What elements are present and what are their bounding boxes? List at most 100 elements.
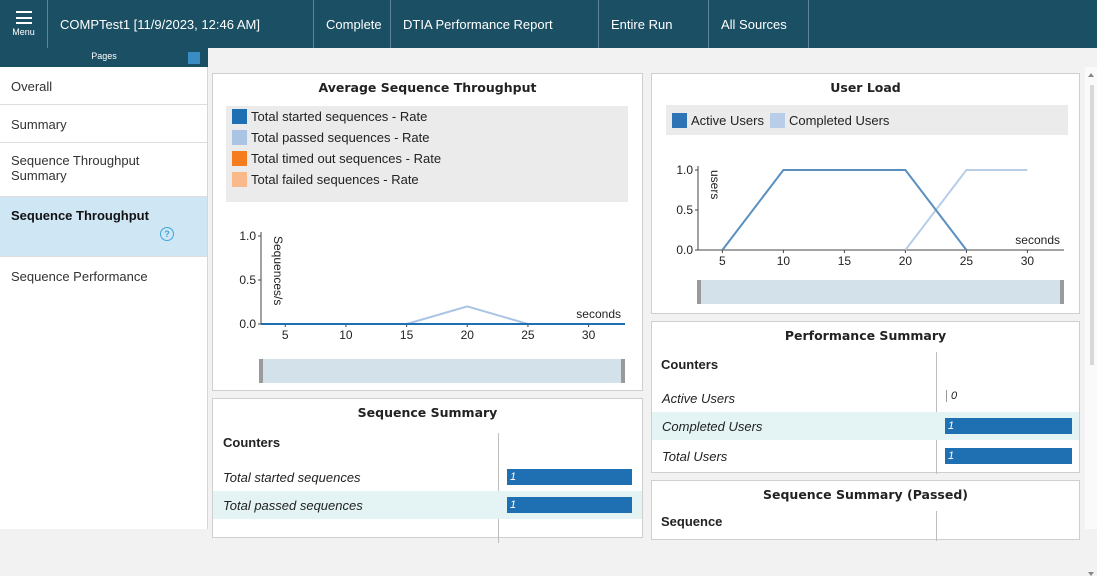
time-range-selector[interactable]: Entire Run — [599, 0, 709, 48]
series-line — [261, 305, 625, 325]
y-tick-label: 1.0 — [239, 229, 256, 243]
x-tick-label: 15 — [838, 254, 852, 268]
panel-title: Sequence Summary (Passed) — [763, 487, 968, 502]
table-header: Counters — [223, 435, 281, 450]
menu-label: Menu — [12, 27, 35, 37]
table-row: Total started sequences 1 — [213, 463, 642, 491]
status-selector[interactable]: Complete — [314, 0, 391, 48]
x-tick-label: 5 — [282, 328, 289, 342]
column-divider — [936, 511, 937, 541]
page-item-summary[interactable]: Summary — [0, 105, 207, 143]
table-header: Counters — [661, 357, 719, 372]
legend-item[interactable]: Total failed sequences - Rate — [226, 169, 628, 190]
legend-swatch — [232, 151, 247, 166]
range-handle-right[interactable] — [621, 359, 625, 383]
page-item-label: Sequence Throughput Summary — [11, 153, 140, 183]
chart-legend: Total started sequences - Rate Total pas… — [226, 106, 628, 202]
menu-button[interactable]: Menu — [0, 0, 48, 48]
legend-item[interactable]: Total timed out sequences - Rate — [226, 148, 628, 169]
table-header: Sequence — [661, 514, 723, 529]
series-line — [904, 169, 1028, 251]
x-tick-label: 25 — [960, 254, 974, 268]
legend-label: Total failed sequences - Rate — [251, 172, 419, 187]
range-handle-left[interactable] — [697, 280, 701, 304]
row-value-bar: 1 — [945, 418, 1072, 434]
panel-title: Performance Summary — [784, 328, 947, 343]
chart-range-scrollbar[interactable] — [697, 280, 1064, 304]
y-tick-label: 0.0 — [676, 243, 693, 257]
y-tick-label: 1.0 — [676, 163, 693, 177]
pages-title: Pages — [91, 51, 117, 61]
report-type-selector[interactable]: DTIA Performance Report — [391, 0, 599, 48]
help-icon[interactable]: ? — [160, 227, 174, 241]
page-item-sequence-throughput-summary[interactable]: Sequence Throughput Summary — [0, 143, 207, 197]
legend-swatch — [232, 172, 247, 187]
chart-legend: Active Users Completed Users — [666, 105, 1068, 135]
sequence-summary-panel: Sequence Summary Counters Total started … — [212, 398, 643, 543]
legend-item[interactable]: Total started sequences - Rate — [226, 106, 628, 127]
scroll-down-icon[interactable] — [1088, 572, 1094, 576]
sequence-summary-passed-panel: Sequence Summary (Passed) Sequence — [651, 480, 1080, 541]
source-selector[interactable]: All Sources — [709, 0, 809, 48]
user-load-panel: User Load Active Users Completed Users 0… — [651, 73, 1080, 314]
x-tick-label: 30 — [582, 328, 596, 342]
chart-range-scrollbar[interactable] — [259, 359, 625, 383]
x-tick-label: 10 — [777, 254, 791, 268]
pages-header: Pages — [0, 48, 208, 67]
hamburger-icon — [15, 11, 32, 24]
scroll-up-icon[interactable] — [1088, 73, 1094, 77]
legend-label: Total passed sequences - Rate — [251, 130, 430, 145]
row-value: 0 — [946, 390, 957, 402]
throughput-chart-plot: 0.0 0.5 1.0 5 10 15 20 25 30 seconds Sequences/s — [239, 229, 625, 342]
legend-swatch — [232, 130, 247, 145]
x-tick-label: 5 — [719, 254, 726, 268]
page-scrollbar[interactable] — [1085, 67, 1097, 576]
page-item-label: Sequence Performance — [11, 269, 148, 284]
row-label: Active Users — [662, 390, 735, 406]
y-tick-label: 0.0 — [239, 317, 256, 331]
legend-item[interactable]: Total passed sequences - Rate — [226, 127, 628, 148]
row-label: Total started sequences — [223, 469, 361, 485]
chart-title: User Load — [830, 80, 901, 95]
row-label: Total Users — [662, 448, 728, 464]
user-load-plot: 0.0 0.5 1.0 5 10 15 20 25 30 seconds users — [676, 163, 1064, 268]
legend-label: Total started sequences - Rate — [251, 109, 428, 124]
x-tick-label: 20 — [899, 254, 913, 268]
legend-item[interactable]: Active Users — [672, 112, 764, 128]
chart-title: Average Sequence Throughput — [318, 80, 537, 95]
page-item-label: Summary — [11, 117, 67, 132]
performance-summary-panel: Performance Summary Counters Active User… — [651, 321, 1080, 474]
page-item-label: Overall — [11, 79, 53, 94]
page-item-overall[interactable]: Overall — [0, 67, 207, 105]
y-axis-label: users — [708, 170, 722, 199]
pages-sidebar: Overall Summary Sequence Throughput Summ… — [0, 67, 208, 529]
page-item-sequence-performance[interactable]: Sequence Performance — [0, 257, 207, 295]
table-row: Total Users 1 — [652, 442, 1079, 470]
legend-swatch — [232, 109, 247, 124]
report-run-selector[interactable]: COMPTest1 [11/9/2023, 12:46 AM] — [48, 0, 314, 48]
legend-item[interactable]: Completed Users — [769, 112, 889, 128]
row-label: Total passed sequences — [223, 497, 363, 513]
page-item-sequence-throughput[interactable]: Sequence Throughput ? — [0, 197, 207, 257]
panel-title: Sequence Summary — [357, 405, 498, 420]
x-tick-label: 30 — [1021, 254, 1035, 268]
x-axis-label: seconds — [576, 307, 621, 321]
row-label: Completed Users — [662, 418, 763, 434]
legend-label: Active Users — [691, 112, 764, 128]
legend-swatch — [672, 112, 687, 128]
top-toolbar: Menu COMPTest1 [11/9/2023, 12:46 AM] Com… — [0, 0, 1097, 48]
y-axis-label: Sequences/s — [271, 236, 285, 305]
row-value-bar: 1 — [507, 497, 632, 513]
x-tick-label: 25 — [521, 328, 535, 342]
table-row: Total passed sequences 1 — [213, 491, 642, 519]
legend-items: Active Users Completed Users — [666, 105, 1068, 135]
table-row: Active Users 0 — [652, 384, 1079, 412]
y-tick-label: 0.5 — [676, 203, 693, 217]
range-handle-right[interactable] — [1060, 280, 1064, 304]
range-handle-left[interactable] — [259, 359, 263, 383]
pages-toggle-button[interactable] — [188, 52, 200, 64]
series-line — [721, 169, 968, 251]
x-tick-label: 15 — [400, 328, 414, 342]
row-value-bar: 1 — [507, 469, 632, 485]
scrollbar-thumb[interactable] — [1090, 85, 1094, 365]
